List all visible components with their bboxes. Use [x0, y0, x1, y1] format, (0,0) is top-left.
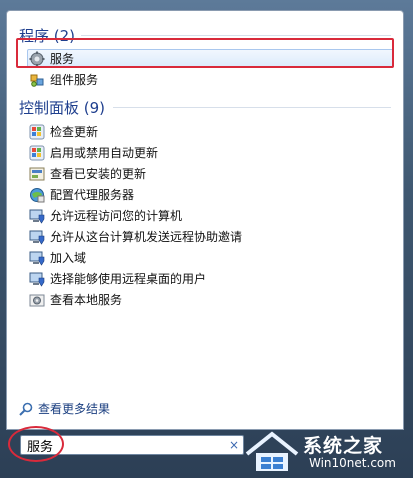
watermark: 系统之家 Win10net.com: [243, 430, 407, 476]
program-item-label: 组件服务: [50, 73, 99, 87]
control-panel-header[interactable]: 控制面板 (9): [19, 97, 105, 118]
see-more-results-link[interactable]: 查看更多结果: [19, 400, 110, 417]
see-more-results-label: 查看更多结果: [38, 402, 111, 416]
cp-item-label: 允许远程访问您的计算机: [50, 209, 183, 223]
cp-item-label: 选择能够使用远程桌面的用户: [50, 272, 207, 286]
watermark-brand: 系统之家: [303, 435, 384, 457]
cp-item-label: 加入域: [50, 251, 87, 265]
cp-item-send-remote-assistance[interactable]: 允许从这台计算机发送远程协助邀请: [29, 227, 389, 246]
installed-updates-icon: [29, 167, 45, 180]
cp-item-view-installed-updates[interactable]: 查看已安装的更新: [29, 164, 389, 183]
system-shield-icon: [29, 251, 45, 266]
internet-options-icon: [30, 187, 45, 202]
cp-item-label: 配置代理服务器: [50, 188, 135, 202]
highlight-oval: [8, 426, 64, 462]
cp-item-label: 检查更新: [50, 125, 99, 139]
control-panel-divider: [113, 107, 391, 108]
start-menu-window: 程序 (2) 服务 组件服务 控制面板 (9) 检查更新 启用或禁用自动更新 查…: [0, 0, 413, 478]
cp-item-check-updates[interactable]: 检查更新: [29, 122, 389, 141]
cp-item-label: 查看本地服务: [50, 293, 123, 307]
windows-update-icon: [29, 145, 45, 160]
system-shield-icon: [29, 209, 45, 224]
cp-item-view-local-services[interactable]: 查看本地服务: [29, 290, 389, 309]
cp-item-label: 允许从这台计算机发送远程协助邀请: [50, 230, 243, 244]
cp-item-remote-desktop-users[interactable]: 选择能够使用远程桌面的用户: [29, 269, 389, 288]
cp-item-configure-proxy[interactable]: 配置代理服务器: [29, 185, 389, 204]
programs-divider: [81, 35, 391, 36]
search-results-panel: 程序 (2) 服务 组件服务 控制面板 (9) 检查更新 启用或禁用自动更新 查…: [6, 10, 404, 430]
system-shield-icon: [29, 230, 45, 245]
cp-item-toggle-auto-update[interactable]: 启用或禁用自动更新: [29, 143, 389, 162]
component-services-icon: [30, 74, 44, 87]
house-logo-icon: [245, 431, 299, 471]
windows-update-icon: [29, 124, 45, 139]
admin-tools-icon: [29, 294, 45, 306]
cp-item-label: 启用或禁用自动更新: [50, 146, 159, 160]
search-icon: [19, 402, 33, 416]
cp-item-allow-remote-access[interactable]: 允许远程访问您的计算机: [29, 206, 389, 225]
program-item-component-services[interactable]: 组件服务: [29, 70, 389, 89]
cp-item-join-domain[interactable]: 加入域: [29, 248, 389, 267]
cp-item-label: 查看已安装的更新: [50, 167, 147, 181]
system-shield-icon: [29, 272, 45, 287]
highlight-box: [16, 38, 394, 68]
watermark-url: Win10net.com: [309, 456, 396, 470]
clear-search-button[interactable]: ×: [225, 438, 243, 452]
